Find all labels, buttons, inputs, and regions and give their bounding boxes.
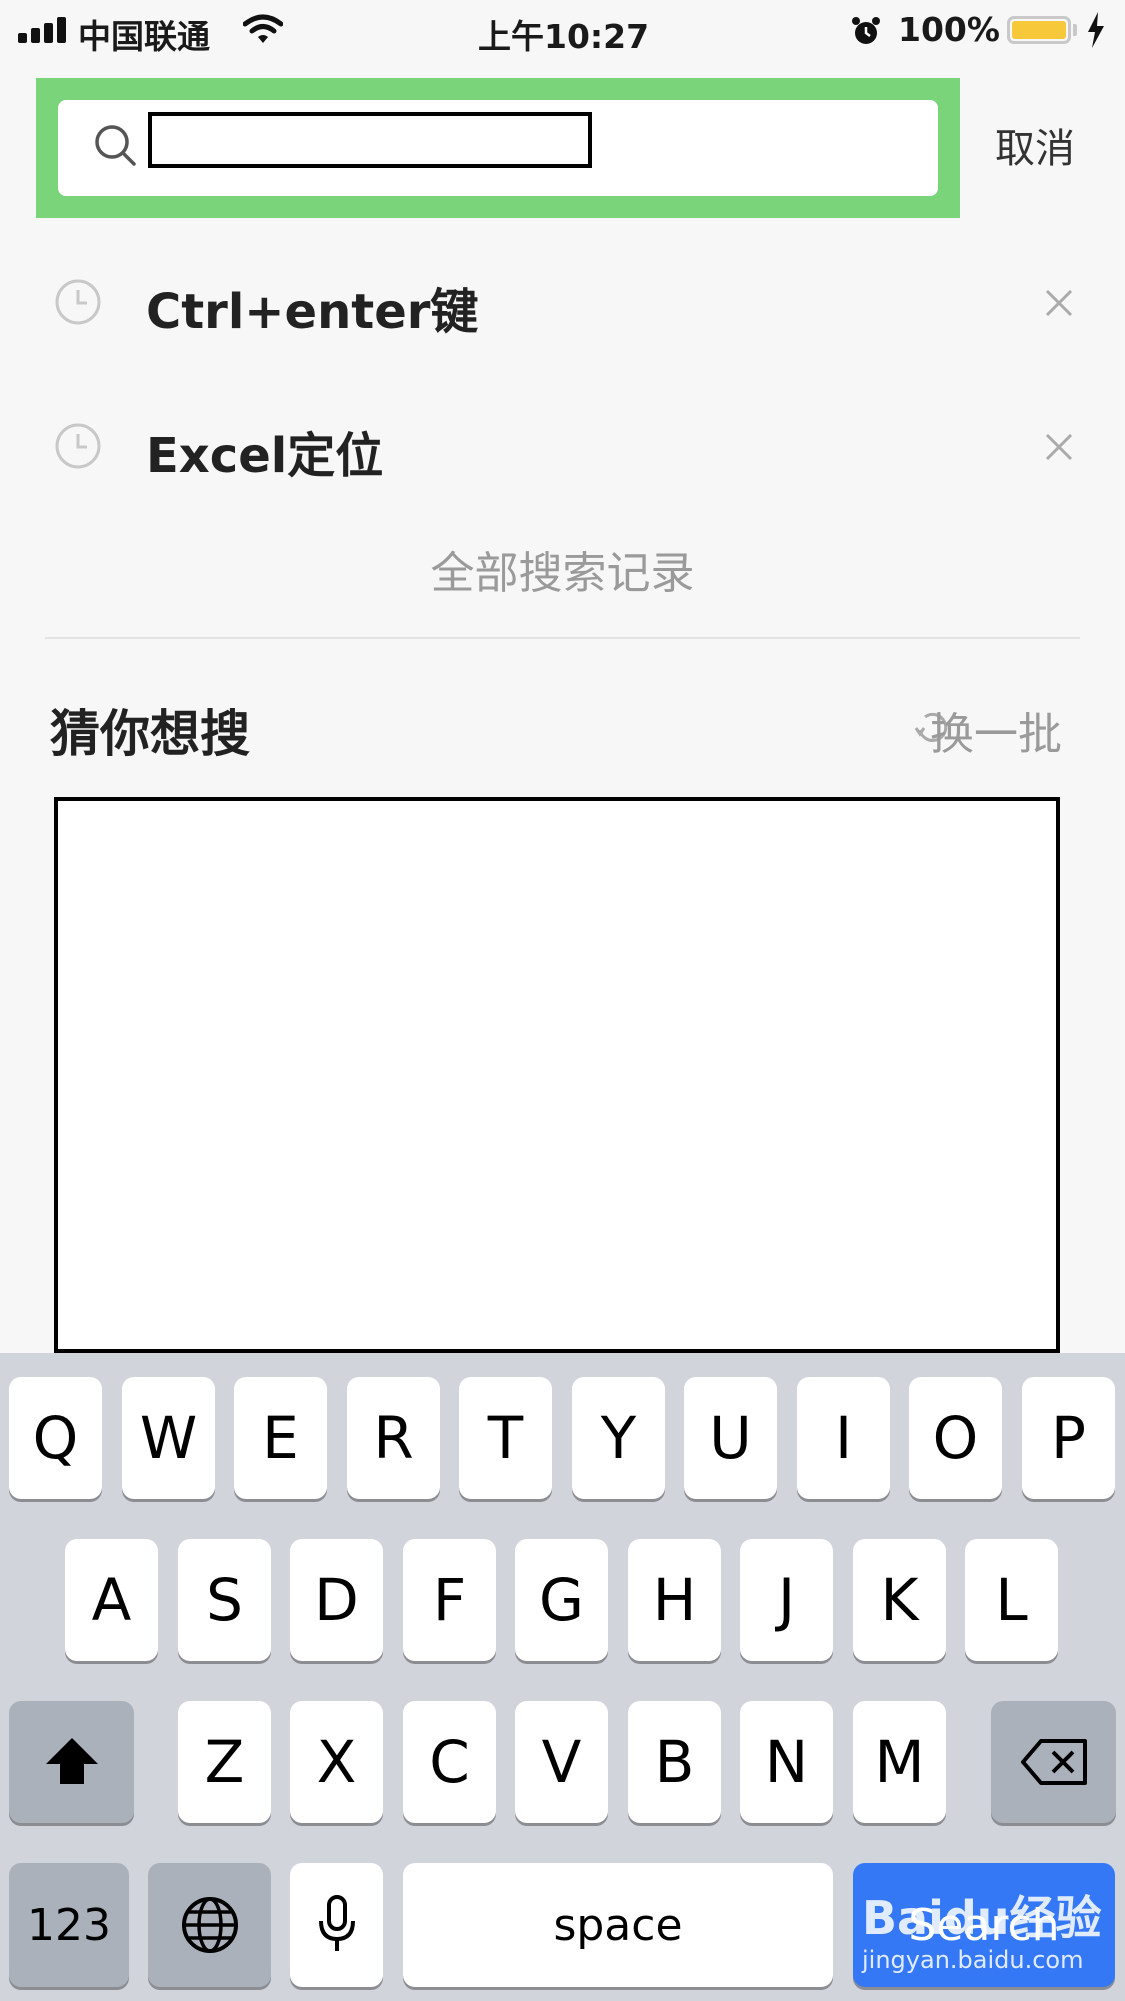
shift-icon xyxy=(45,1738,98,1784)
close-icon[interactable] xyxy=(1044,432,1074,462)
key[interactable]: O xyxy=(909,1377,1002,1499)
key[interactable]: X xyxy=(290,1701,383,1823)
key[interactable]: Y xyxy=(572,1377,665,1499)
history-item[interactable]: Ctrl+enter键 xyxy=(0,236,1125,366)
key[interactable]: B xyxy=(628,1701,721,1823)
key[interactable]: A xyxy=(65,1539,158,1661)
refresh-button[interactable]: 换一批 xyxy=(930,698,1062,762)
globe-icon xyxy=(181,1897,238,1953)
key[interactable]: V xyxy=(515,1701,608,1823)
watermark-url: jingyan.baidu.com xyxy=(862,1946,1084,1974)
key[interactable]: Z xyxy=(178,1701,271,1823)
key[interactable]: P xyxy=(1022,1377,1115,1499)
key[interactable]: L xyxy=(965,1539,1058,1661)
key[interactable]: U xyxy=(684,1377,777,1499)
key[interactable]: E xyxy=(234,1377,327,1499)
shift-key[interactable] xyxy=(9,1701,134,1823)
delete-key[interactable] xyxy=(991,1701,1116,1823)
microphone-icon xyxy=(318,1895,355,1951)
redacted-suggestions xyxy=(54,797,1060,1353)
status-bar: 中国联通 上午10:27 100% xyxy=(0,0,1125,62)
history-item[interactable]: Excel定位 xyxy=(0,380,1125,510)
search-icon xyxy=(95,125,136,166)
all-history-link[interactable]: 全部搜索记录 xyxy=(0,537,1125,601)
clock-icon xyxy=(55,423,101,469)
key[interactable]: C xyxy=(403,1701,496,1823)
key[interactable]: R xyxy=(347,1377,440,1499)
key[interactable]: N xyxy=(740,1701,833,1823)
alarm-icon xyxy=(852,17,880,44)
search-input[interactable] xyxy=(148,112,592,168)
carrier-name: 中国联通 xyxy=(78,17,210,56)
battery-icon xyxy=(1007,16,1071,44)
backspace-icon xyxy=(1020,1739,1087,1785)
close-icon[interactable] xyxy=(1044,288,1074,318)
history-item-label: Ctrl+enter键 xyxy=(146,284,479,340)
key[interactable]: H xyxy=(628,1539,721,1661)
history-item-label: Excel定位 xyxy=(146,428,384,484)
key[interactable]: W xyxy=(122,1377,215,1499)
key[interactable]: I xyxy=(797,1377,890,1499)
clock-icon xyxy=(55,279,101,325)
wifi-icon xyxy=(243,14,283,43)
key[interactable]: D xyxy=(290,1539,383,1661)
key[interactable]: G xyxy=(515,1539,608,1661)
signal-icon xyxy=(18,17,70,43)
cancel-button[interactable]: 取消 xyxy=(995,116,1075,174)
clock-time: 上午10:27 xyxy=(478,17,650,56)
key[interactable]: S xyxy=(178,1539,271,1661)
divider xyxy=(45,637,1080,639)
battery-percent: 100% xyxy=(898,10,1000,49)
key[interactable]: T xyxy=(459,1377,552,1499)
charging-icon xyxy=(1088,12,1104,48)
key[interactable]: F xyxy=(403,1539,496,1661)
section-title: 猜你想搜 xyxy=(50,705,250,763)
key[interactable]: M xyxy=(853,1701,946,1823)
watermark: Baidu经验 jingyan.baidu.com xyxy=(862,1882,1112,1982)
watermark-brand: Baidu经验 xyxy=(862,1891,1102,1945)
dictation-key[interactable] xyxy=(290,1863,383,1987)
space-key[interactable]: space xyxy=(403,1863,833,1987)
key[interactable]: Q xyxy=(9,1377,102,1499)
key[interactable]: J xyxy=(740,1539,833,1661)
numbers-key[interactable]: 123 xyxy=(9,1863,129,1987)
globe-key[interactable] xyxy=(148,1863,271,1987)
key[interactable]: K xyxy=(853,1539,946,1661)
battery-nub xyxy=(1073,24,1077,36)
